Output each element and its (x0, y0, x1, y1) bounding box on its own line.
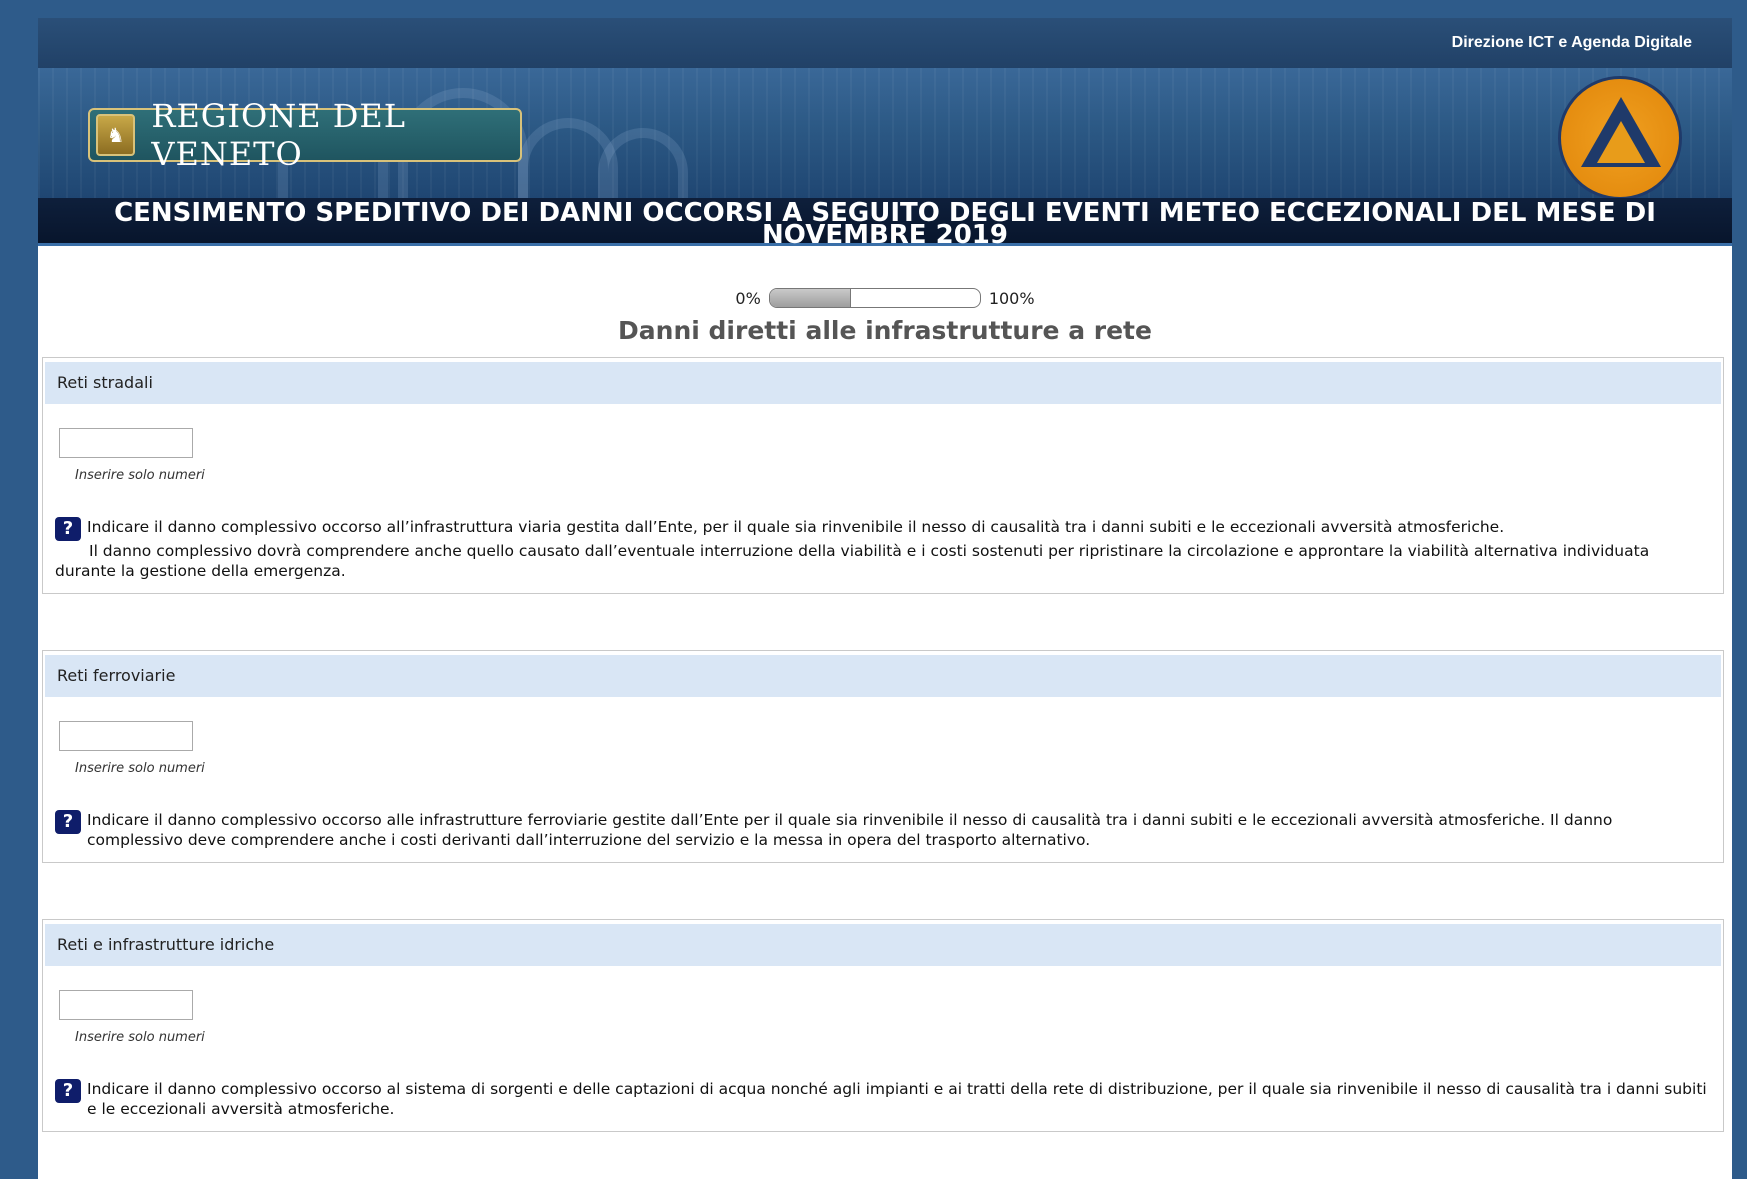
banner-arch-decoration (598, 128, 688, 198)
page-heading: Danni diretti alle infrastrutture a rete (618, 316, 1152, 345)
reti-ferroviarie-input[interactable] (59, 721, 193, 751)
section-header: Reti ferroviarie (45, 655, 1721, 697)
input-hint: Inserire solo numeri (75, 1030, 205, 1045)
region-logo-text: REGIONE DEL VENETO (151, 97, 407, 173)
help-text-line1: Indicare il danno complessivo occorso al… (87, 1080, 1707, 1118)
progress-bar-fill (769, 289, 851, 307)
input-hint: Inserire solo numeri (75, 468, 205, 483)
civil-protection-triangle-inner (1597, 121, 1645, 163)
page-title-bar: CENSIMENTO SPEDITIVO DEI DANNI OCCORSI A… (38, 198, 1732, 248)
input-hint: Inserire solo numeri (75, 761, 205, 776)
civil-protection-logo (1558, 76, 1682, 198)
help-text: ? Indicare il danno complessivo occorso a… (55, 517, 1713, 581)
question-mark-icon[interactable]: ? (55, 1079, 81, 1103)
section-header: Reti e infrastrutture idriche (45, 924, 1721, 966)
section-reti-stradali: Reti stradali Inserire solo numeri ? Indi… (42, 357, 1724, 594)
help-text: ? Indicare il danno complessivo occorso … (55, 1079, 1713, 1119)
question-mark-icon[interactable]: ? (55, 810, 81, 834)
header-banner: ♞ REGIONE DEL VENETO (38, 68, 1732, 198)
progress-end-label: 100% (988, 288, 1035, 308)
progress-start-label: 0% (735, 288, 761, 308)
section-reti-idriche: Reti e infrastrutture idriche Inserire s… (42, 919, 1724, 1132)
help-text: ? Indicare il danno complessivo occorso … (55, 810, 1713, 850)
top-strip: Direzione ICT e Agenda Digitale (38, 18, 1732, 68)
help-text-line2: Il danno complessivo dovrà comprendere a… (55, 542, 1650, 580)
help-text-line1: Indicare il danno complessivo occorso al… (87, 518, 1505, 536)
help-text-line1: Indicare il danno complessivo occorso al… (87, 811, 1613, 849)
section-header: Reti stradali (45, 362, 1721, 404)
reti-idriche-input[interactable] (59, 990, 193, 1020)
progress-indicator: 0% 100% (38, 288, 1732, 308)
progress-bar (768, 288, 981, 308)
region-crest-icon: ♞ (96, 114, 136, 156)
section-reti-ferroviarie: Reti ferroviarie Inserire solo numeri ? … (42, 650, 1724, 863)
question-mark-icon[interactable]: ? (55, 517, 81, 541)
page-frame: Direzione ICT e Agenda Digitale ♞ REGION… (38, 18, 1732, 1179)
department-link[interactable]: Direzione ICT e Agenda Digitale (1452, 34, 1692, 52)
reti-stradali-input[interactable] (59, 428, 193, 458)
region-logo[interactable]: ♞ REGIONE DEL VENETO (88, 97, 522, 173)
